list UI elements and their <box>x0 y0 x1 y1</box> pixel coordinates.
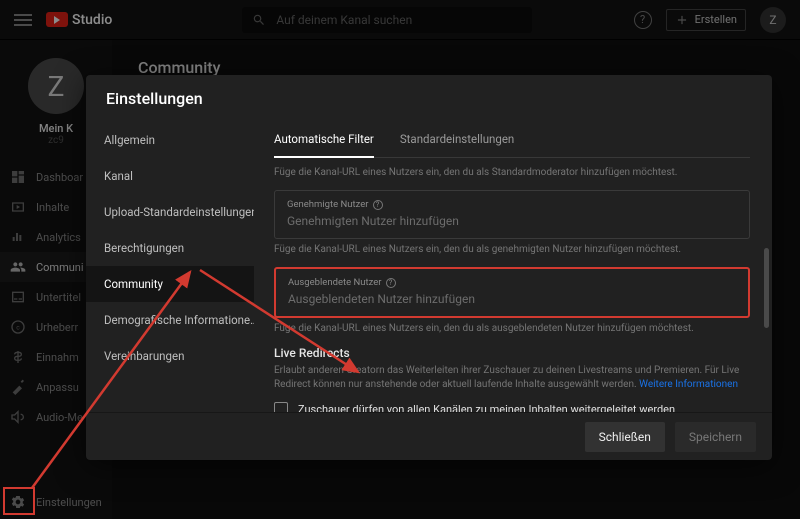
help-icon[interactable]: ? <box>373 200 383 210</box>
scrollbar-thumb[interactable] <box>764 248 769 328</box>
modal-content: Automatische Filter Standardeinstellunge… <box>254 118 772 412</box>
hidden-users-box[interactable]: Ausgeblendete Nutzer? Ausgeblendeten Nut… <box>274 267 750 318</box>
hidden-hint: Füge die Kanal-URL eines Nutzers ein, de… <box>274 322 750 336</box>
hidden-label: Ausgeblendete Nutzer <box>288 277 382 288</box>
approved-hint: Füge die Kanal-URL eines Nutzers ein, de… <box>274 243 750 257</box>
hidden-placeholder: Ausgeblendeten Nutzer hinzufügen <box>288 292 736 306</box>
close-button[interactable]: Schließen <box>585 422 665 452</box>
modal-nav-general[interactable]: Allgemein <box>86 122 254 158</box>
redirect-checkbox-row[interactable]: Zuschauer dürfen von allen Kanälen zu me… <box>274 402 750 412</box>
modal-nav-community[interactable]: Community <box>86 266 254 302</box>
modal-footer: Schließen Speichern <box>86 412 772 460</box>
modal-nav-demographics[interactable]: Demografische Informatione… <box>86 302 254 338</box>
checkbox-icon[interactable] <box>274 402 288 412</box>
approved-users-box[interactable]: Genehmigte Nutzer? Genehmigten Nutzer hi… <box>274 190 750 239</box>
settings-modal: Einstellungen Allgemein Kanal Upload-Sta… <box>86 75 772 460</box>
modal-nav-permissions[interactable]: Berechtigungen <box>86 230 254 266</box>
modal-nav-upload-defaults[interactable]: Upload-Standardeinstellungen <box>86 194 254 230</box>
redirect-checkbox-label: Zuschauer dürfen von allen Kanälen zu me… <box>298 403 675 413</box>
approved-placeholder: Genehmigten Nutzer hinzufügen <box>287 214 737 228</box>
modal-tabs: Automatische Filter Standardeinstellunge… <box>274 124 750 158</box>
tab-auto-filters[interactable]: Automatische Filter <box>274 124 374 158</box>
live-redirects-desc: Erlaubt anderen Creatorn das Weiterleite… <box>274 364 750 392</box>
moderator-hint: Füge die Kanal-URL eines Nutzers ein, de… <box>274 166 750 180</box>
modal-nav-channel[interactable]: Kanal <box>86 158 254 194</box>
modal-nav-agreements[interactable]: Vereinbarungen <box>86 338 254 374</box>
help-icon[interactable]: ? <box>386 278 396 288</box>
modal-nav: Allgemein Kanal Upload-Standardeinstellu… <box>86 118 254 412</box>
save-button[interactable]: Speichern <box>675 422 756 452</box>
tab-default-settings[interactable]: Standardeinstellungen <box>400 124 514 157</box>
more-info-link[interactable]: Weitere Informationen <box>639 379 738 390</box>
live-redirects-heading: Live Redirects <box>274 346 750 360</box>
approved-label: Genehmigte Nutzer <box>287 199 369 210</box>
modal-title: Einstellungen <box>86 75 772 118</box>
